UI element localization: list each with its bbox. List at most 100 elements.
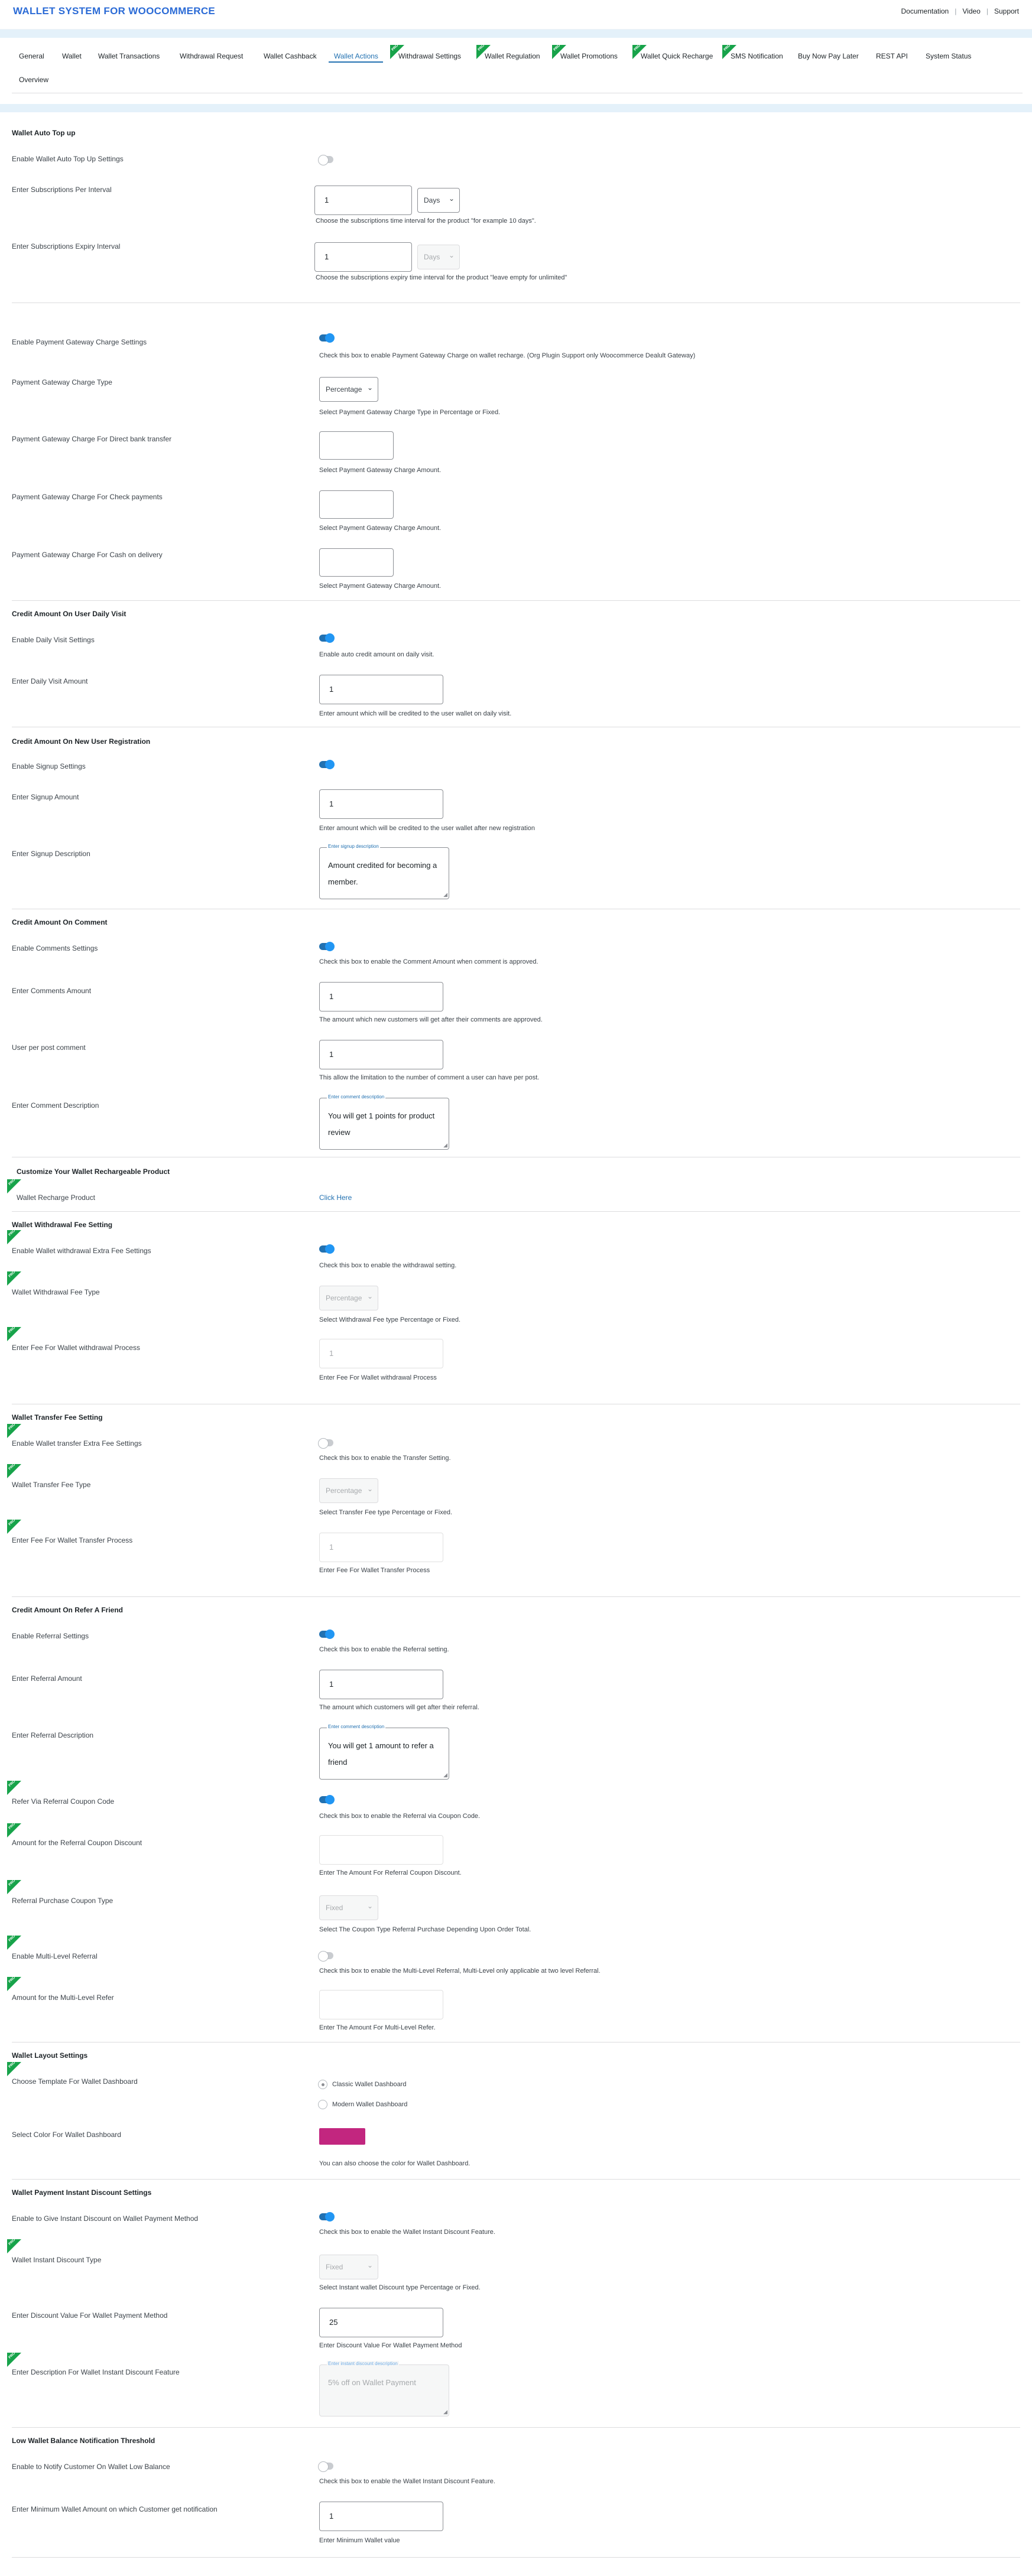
subscriptions-expiry-desc: Choose the subscriptions expiry time int…: [316, 274, 567, 281]
section-title-recharge-product: Customize Your Wallet Rechargeable Produ…: [17, 1167, 170, 1176]
referral-description-textarea[interactable]: Enter comment description You will get 1…: [319, 1724, 449, 1780]
signup-description-textarea[interactable]: Enter signup description Amount credited…: [319, 844, 449, 899]
section-title-daily-visit: Credit Amount On User Daily Visit: [12, 610, 126, 618]
comments-desc: Check this box to enable the Comment Amo…: [319, 958, 538, 965]
label-enable-comments: Enable Comments Settings: [12, 944, 98, 952]
gateway-charge-desc: Check this box to enable Payment Gateway…: [319, 352, 696, 359]
label-comments-amount: Enter Comments Amount: [12, 987, 92, 995]
toggle-gateway-charge[interactable]: [319, 333, 335, 343]
minimum-wallet-amount-input[interactable]: 1: [319, 2502, 443, 2531]
comment-description-textarea[interactable]: Enter comment description You will get 1…: [319, 1094, 449, 1150]
referral-amount-input[interactable]: 1: [319, 1670, 443, 1699]
instant-discount-description-value: 5% off on Wallet Payment: [328, 2378, 416, 2387]
daily-visit-amount-desc: Enter amount which will be credited to t…: [319, 710, 512, 717]
gateway-cod-desc: Select Payment Gateway Charge Amount.: [319, 583, 442, 590]
tab-withdrawal-settings[interactable]: Withdrawal Settings: [398, 52, 461, 60]
section-title-transfer-fee: Wallet Transfer Fee Setting: [12, 1413, 103, 1422]
signup-amount-input[interactable]: 1: [319, 789, 443, 819]
subscriptions-interval-desc: Choose the subscriptions time interval f…: [316, 217, 536, 225]
documentation-link[interactable]: Documentation: [901, 7, 949, 15]
withdrawal-fee-type-select[interactable]: Percentage: [319, 1284, 378, 1310]
discount-value-input[interactable]: 25: [319, 2308, 443, 2337]
instant-discount-desc: Check this box to enable the Wallet Inst…: [319, 2229, 495, 2236]
toggle-low-balance[interactable]: [318, 2461, 333, 2472]
resize-handle-icon[interactable]: ◢: [443, 892, 447, 898]
instant-discount-description-textarea[interactable]: Enter instant discount description 5% of…: [319, 2361, 449, 2416]
gateway-charge-type-select[interactable]: Percentage: [319, 376, 378, 402]
gateway-bank-input[interactable]: [319, 431, 394, 460]
label-dashboard-color: Select Color For Wallet Dashboard: [12, 2131, 121, 2139]
toggle-signup[interactable]: [319, 760, 335, 769]
tab-overview[interactable]: Overview: [19, 76, 48, 84]
tab-buy-now-pay-later[interactable]: Buy Now Pay Later: [798, 52, 859, 60]
pro-badge: PRO: [7, 1326, 21, 1341]
resize-handle-icon[interactable]: ◢: [443, 1772, 447, 1778]
pro-badge: PRO: [7, 1423, 21, 1438]
transfer-fee-type-select[interactable]: Percentage: [319, 1477, 378, 1503]
toggle-comments[interactable]: [319, 942, 335, 951]
multi-level-amount-input[interactable]: [319, 1990, 443, 2019]
tab-system-status[interactable]: System Status: [926, 52, 971, 60]
subscriptions-interval-input[interactable]: 1: [314, 186, 412, 215]
header-links: Documentation | Video | Support: [901, 7, 1019, 15]
toggle-multi-level-referral[interactable]: [318, 1951, 333, 1962]
tab-wallet-transactions[interactable]: Wallet Transactions: [98, 52, 160, 60]
top-header: WALLET SYSTEM FOR WOOCOMMERCE Documentat…: [0, 0, 1032, 30]
comments-amount-input[interactable]: 1: [319, 982, 443, 1011]
daily-visit-amount-input[interactable]: 1: [319, 675, 443, 704]
tab-wallet-actions[interactable]: Wallet Actions: [334, 52, 378, 60]
gateway-check-input[interactable]: [319, 490, 394, 519]
recharge-product-link[interactable]: Click Here: [319, 1193, 352, 1202]
support-link[interactable]: Support: [994, 7, 1019, 15]
referral-coupon-amount-input[interactable]: [319, 1835, 443, 1865]
toggle-transfer-extra-fee[interactable]: [318, 1438, 333, 1449]
toggle-instant-discount[interactable]: [319, 2212, 335, 2222]
subscriptions-expiry-input[interactable]: 1: [314, 242, 412, 272]
toggle-auto-topup[interactable]: [318, 155, 333, 165]
radio-selected-icon: [318, 2080, 327, 2089]
referral-description-legend: Enter comment description: [327, 1724, 386, 1729]
tab-general[interactable]: General: [19, 52, 44, 60]
transfer-fee-input[interactable]: 1: [319, 1533, 443, 1562]
pro-badge: PRO: [7, 1780, 21, 1795]
tab-wallet-regulation[interactable]: Wallet Regulation: [485, 52, 540, 60]
resize-handle-icon[interactable]: ◢: [443, 1142, 447, 1149]
tab-wallet[interactable]: Wallet: [62, 52, 82, 60]
tab-wallet-quick-recharge[interactable]: Wallet Quick Recharge: [641, 52, 713, 60]
subscriptions-interval-unit-select[interactable]: Days: [417, 187, 460, 213]
tab-rest-api[interactable]: REST API: [876, 52, 908, 60]
toggle-referral-coupon[interactable]: [319, 1795, 335, 1804]
comments-amount-desc: The amount which new customers will get …: [319, 1016, 543, 1023]
label-enable-signup: Enable Signup Settings: [12, 762, 86, 770]
label-daily-visit-amount: Enter Daily Visit Amount: [12, 677, 88, 685]
gateway-bank-desc: Select Payment Gateway Charge Amount.: [319, 467, 442, 474]
tab-sms-notification[interactable]: SMS Notification: [731, 52, 783, 60]
withdrawal-extra-fee-desc: Check this box to enable the withdrawal …: [319, 1262, 457, 1269]
tab-wallet-promotions[interactable]: Wallet Promotions: [560, 52, 618, 60]
tab-wallet-cashback[interactable]: Wallet Cashback: [264, 52, 317, 60]
referral-description-value: You will get 1 amount to refer a friend: [328, 1741, 434, 1767]
withdrawal-fee-input[interactable]: 1: [319, 1339, 443, 1368]
resize-handle-icon[interactable]: ◢: [443, 2409, 447, 2415]
tab-withdrawal-request[interactable]: Withdrawal Request: [180, 52, 243, 60]
section-title-comment: Credit Amount On Comment: [12, 918, 108, 926]
label-referral-coupon: Refer Via Referral Coupon Code: [12, 1797, 115, 1806]
pro-badge: PRO: [7, 1879, 21, 1894]
video-link[interactable]: Video: [962, 7, 980, 15]
pro-badge: PRO: [7, 1934, 21, 1950]
per-post-comment-input[interactable]: 1: [319, 1040, 443, 1069]
referral-purchase-type-select[interactable]: Fixed: [319, 1894, 378, 1920]
toggle-daily-visit[interactable]: [319, 633, 335, 643]
dashboard-color-picker[interactable]: [319, 2128, 365, 2145]
radio-classic-dashboard[interactable]: Classic Wallet Dashboard: [318, 2080, 407, 2089]
instant-discount-type-select[interactable]: Fixed: [319, 2253, 378, 2279]
transfer-fee-desc: Enter Fee For Wallet Transfer Process: [319, 1567, 430, 1574]
toggle-withdrawal-extra-fee[interactable]: [319, 1244, 335, 1254]
subscriptions-expiry-unit-select[interactable]: Days: [417, 243, 460, 269]
gateway-check-desc: Select Payment Gateway Charge Amount.: [319, 525, 442, 532]
transfer-extra-fee-desc: Check this box to enable the Transfer Se…: [319, 1455, 451, 1462]
radio-modern-dashboard[interactable]: Modern Wallet Dashboard: [318, 2100, 407, 2109]
toggle-referral[interactable]: [319, 1629, 335, 1639]
signup-description-value: Amount credited for becoming a member.: [328, 861, 437, 886]
gateway-cod-input[interactable]: [319, 548, 394, 577]
